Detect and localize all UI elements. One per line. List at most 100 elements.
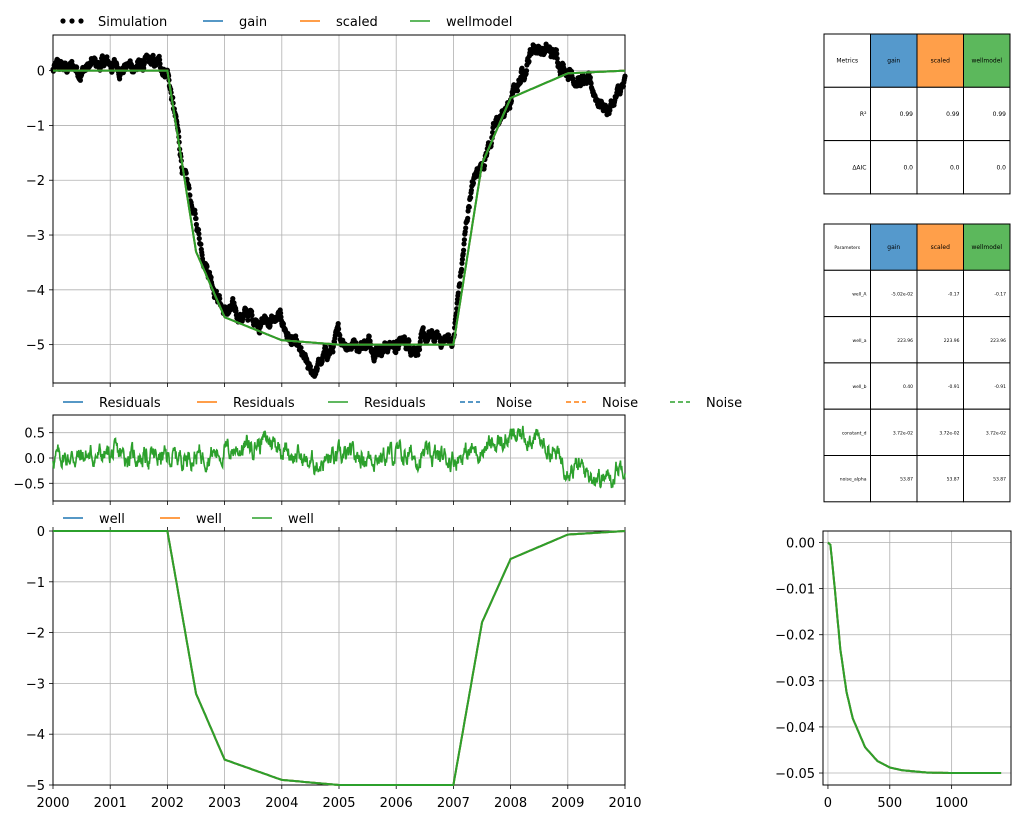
simulation-point	[523, 68, 530, 74]
step-line-orange	[827, 541, 1002, 774]
simulation-point	[186, 185, 192, 191]
step-line-blue	[827, 541, 1002, 774]
metrics-header-0: Metrics	[836, 58, 858, 65]
parameters-value: 3.72e-02	[986, 430, 1006, 436]
parameters-value: 223.96	[897, 338, 913, 344]
metrics-table: Metrics gain scaled wellmodel R² 0.99 0.99 0.99…	[823, 33, 1011, 195]
res-ytick-label-0: 0.5	[24, 427, 45, 442]
simulation-point	[587, 74, 593, 81]
res-ytick-label-2: −0.5	[13, 477, 45, 492]
simulation-point	[307, 363, 313, 369]
parameters-value: 223.96	[990, 338, 1006, 344]
simulation-point	[459, 266, 465, 272]
simulation-point	[335, 321, 341, 327]
legend-well-2-label: well	[288, 512, 314, 527]
simulation-legend: Simulation gain scaled wellmodel	[60, 15, 512, 30]
sim-ytick-label-1: −1	[26, 119, 45, 134]
legend-gain-label: gain	[239, 15, 267, 30]
step-ytick-label-1: −0.01	[775, 583, 815, 598]
simulation-point	[298, 345, 304, 351]
con-xtick-label-8: 2008	[494, 796, 527, 811]
metrics-header-3: wellmodel	[971, 58, 1002, 65]
parameters-value: -0.91	[948, 384, 960, 390]
step-ytick-label-2: −0.02	[775, 629, 815, 644]
simulation-point	[193, 215, 199, 222]
con-xtick-label-7: 2007	[437, 796, 470, 811]
simulation-point	[406, 338, 412, 344]
legend-res-2-label: Residuals	[364, 396, 426, 411]
legend-res-3-label: Noise	[496, 396, 532, 411]
legend-res-1-label: Residuals	[233, 396, 295, 411]
legend-res-5-label: Noise	[706, 396, 742, 411]
sim-ytick-label-4: −4	[26, 284, 45, 299]
sim-ytick-label-0: 0	[37, 65, 45, 80]
simulation-point	[526, 58, 532, 65]
parameters-header-3: wellmodel	[971, 244, 1002, 251]
parameters-value: -0.17	[948, 291, 960, 297]
con-xtick-label-4: 2004	[265, 796, 298, 811]
step-xtick-label-2: 1000	[935, 796, 968, 811]
metrics-header-1: gain	[887, 58, 900, 65]
table-panels: Metrics gain scaled wellmodel R² 0.99 0.99 0.99…	[823, 33, 1011, 503]
parameters-value: -5.02e-02	[891, 291, 913, 297]
metrics-value: 0.0	[996, 164, 1006, 171]
metrics-value: 0.0	[950, 164, 960, 171]
parameters-value: -0.91	[994, 384, 1006, 390]
simulation-point	[196, 231, 202, 237]
metrics-value: ΔAIC	[852, 164, 866, 171]
con-ytick-label-4: −4	[26, 728, 45, 743]
con-xtick-label-5: 2005	[322, 796, 355, 811]
step-ytick-label-0: 0.00	[786, 537, 815, 552]
simulation-point	[554, 51, 560, 57]
contribution-panel: 0 −1 −2 −3 −4 −5 2000 2001 2002 2003 2004 2005 2006 2…	[26, 512, 642, 811]
parameters-value: well_a	[853, 338, 867, 344]
step-ytick-label-4: −0.04	[775, 721, 815, 736]
con-xtick-label-9: 2009	[551, 796, 584, 811]
con-ytick-label-3: −3	[26, 677, 45, 692]
metrics-value: 0.99	[946, 111, 960, 118]
simulation-panel: 0 −1 −2 −3 −4 −5 Simulation gain scaled wellmodel	[26, 15, 628, 387]
sim-ytick-label-3: −3	[26, 229, 45, 244]
simulation-point	[208, 274, 214, 280]
parameters-value: 53.87	[947, 477, 960, 483]
simulation-point	[468, 195, 474, 201]
step-line-green	[827, 541, 1002, 774]
res-ytick-label-1: 0.0	[24, 452, 45, 467]
metrics-value: 0.0	[903, 164, 913, 171]
parameters-header-1: gain	[887, 244, 900, 251]
simulation-point	[461, 247, 467, 253]
residuals-panel: 0.5 0.0 −0.5 Residuals Residuals Residuals Noi…	[13, 396, 742, 505]
legend-wellmodel-label: wellmodel	[446, 15, 512, 30]
parameters-value: 3.72e-02	[893, 430, 913, 436]
simulation-point	[514, 88, 521, 94]
parameters-value: 53.87	[993, 477, 1006, 483]
simulation-point	[204, 264, 210, 270]
parameters-value: constant_d	[842, 430, 867, 436]
parameters-value: 223.96	[944, 338, 960, 344]
legend-res-0-label: Residuals	[99, 396, 161, 411]
parameters-value: -0.17	[994, 291, 1006, 297]
simulation-point	[330, 349, 336, 355]
parameters-value: noise_alpha	[840, 477, 867, 483]
con-ytick-label-2: −2	[26, 627, 45, 642]
metrics-value: R²	[860, 111, 867, 118]
step-ytick-label-3: −0.03	[775, 675, 815, 690]
simulation-point	[249, 312, 255, 318]
con-ytick-label-1: −1	[26, 576, 45, 591]
simulation-point	[336, 326, 342, 332]
legend-scaled-label: scaled	[336, 15, 378, 30]
con-xtick-label-3: 2003	[208, 796, 241, 811]
simulation-point	[465, 215, 471, 221]
con-xtick-label-10: 2010	[608, 796, 641, 811]
contribution-legend: well well well	[63, 512, 314, 527]
simulation-point	[245, 317, 251, 323]
simulation-point	[192, 211, 198, 217]
simulation-point	[457, 281, 463, 287]
step-xtick-label-1: 500	[877, 796, 902, 811]
residuals-legend: Residuals Residuals Residuals Noise Noise Noi…	[63, 396, 742, 411]
step-frame	[822, 530, 1012, 786]
simulation-point	[420, 325, 426, 331]
parameters-value: well_A	[852, 291, 867, 297]
simulation-point	[622, 73, 628, 79]
legend-dot	[60, 18, 66, 24]
